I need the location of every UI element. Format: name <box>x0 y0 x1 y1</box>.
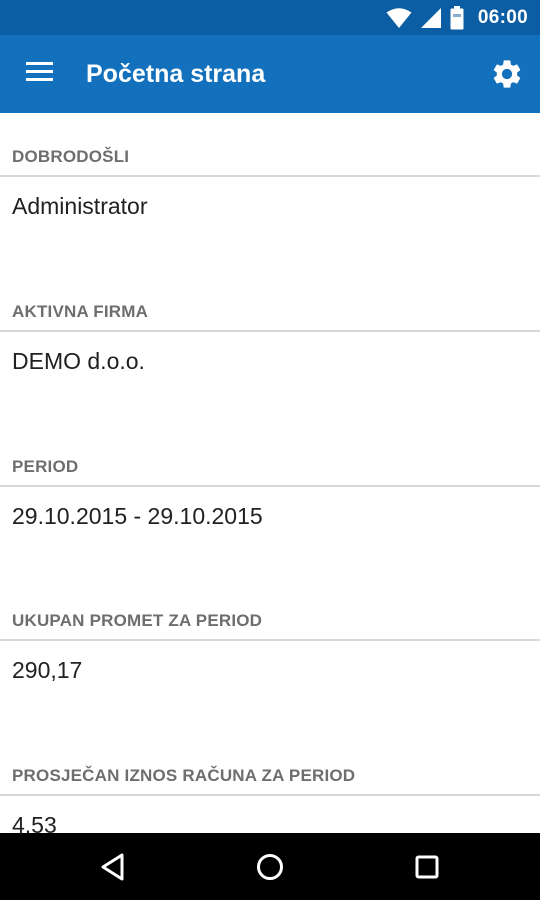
section-header: PROSJEČAN IZNOS RAČUNA ZA PERIOD <box>12 766 356 785</box>
section-value: 29.10.2015 - 29.10.2015 <box>12 503 263 529</box>
recents-button[interactable] <box>410 850 444 884</box>
divider <box>0 639 540 641</box>
dashboard-content: DOBRODOŠLI Administrator AKTIVNA FIRMA D… <box>0 113 540 833</box>
section-value: DEMO d.o.o. <box>12 348 145 374</box>
settings-button[interactable] <box>490 57 524 91</box>
status-bar: 06:00 <box>0 0 540 35</box>
divider <box>0 330 540 332</box>
gear-icon <box>493 60 521 88</box>
system-nav-bar <box>0 833 540 900</box>
home-button[interactable] <box>253 850 287 884</box>
divider <box>0 794 540 796</box>
recents-icon <box>415 855 439 879</box>
page-title: Početna strana <box>86 60 266 88</box>
section-header: DOBRODOŠLI <box>12 147 130 166</box>
section-value: Administrator <box>12 193 148 219</box>
signal-icon <box>420 7 441 28</box>
back-icon <box>101 853 124 881</box>
section-header: AKTIVNA FIRMA <box>12 302 149 321</box>
status-icons: 06:00 <box>386 0 528 35</box>
divider <box>0 175 540 177</box>
wifi-icon <box>386 7 412 28</box>
section-header: PERIOD <box>12 457 79 476</box>
status-time: 06:00 <box>477 6 528 28</box>
battery-icon <box>450 5 464 29</box>
home-icon <box>257 854 283 880</box>
menu-button[interactable] <box>26 60 54 84</box>
divider <box>0 485 540 487</box>
section-header: UKUPAN PROMET ZA PERIOD <box>12 611 263 630</box>
app-bar: Početna strana <box>0 35 540 113</box>
section-value: 290,17 <box>12 657 83 683</box>
back-button[interactable] <box>96 850 130 884</box>
section-value: 4,53 <box>12 812 57 833</box>
